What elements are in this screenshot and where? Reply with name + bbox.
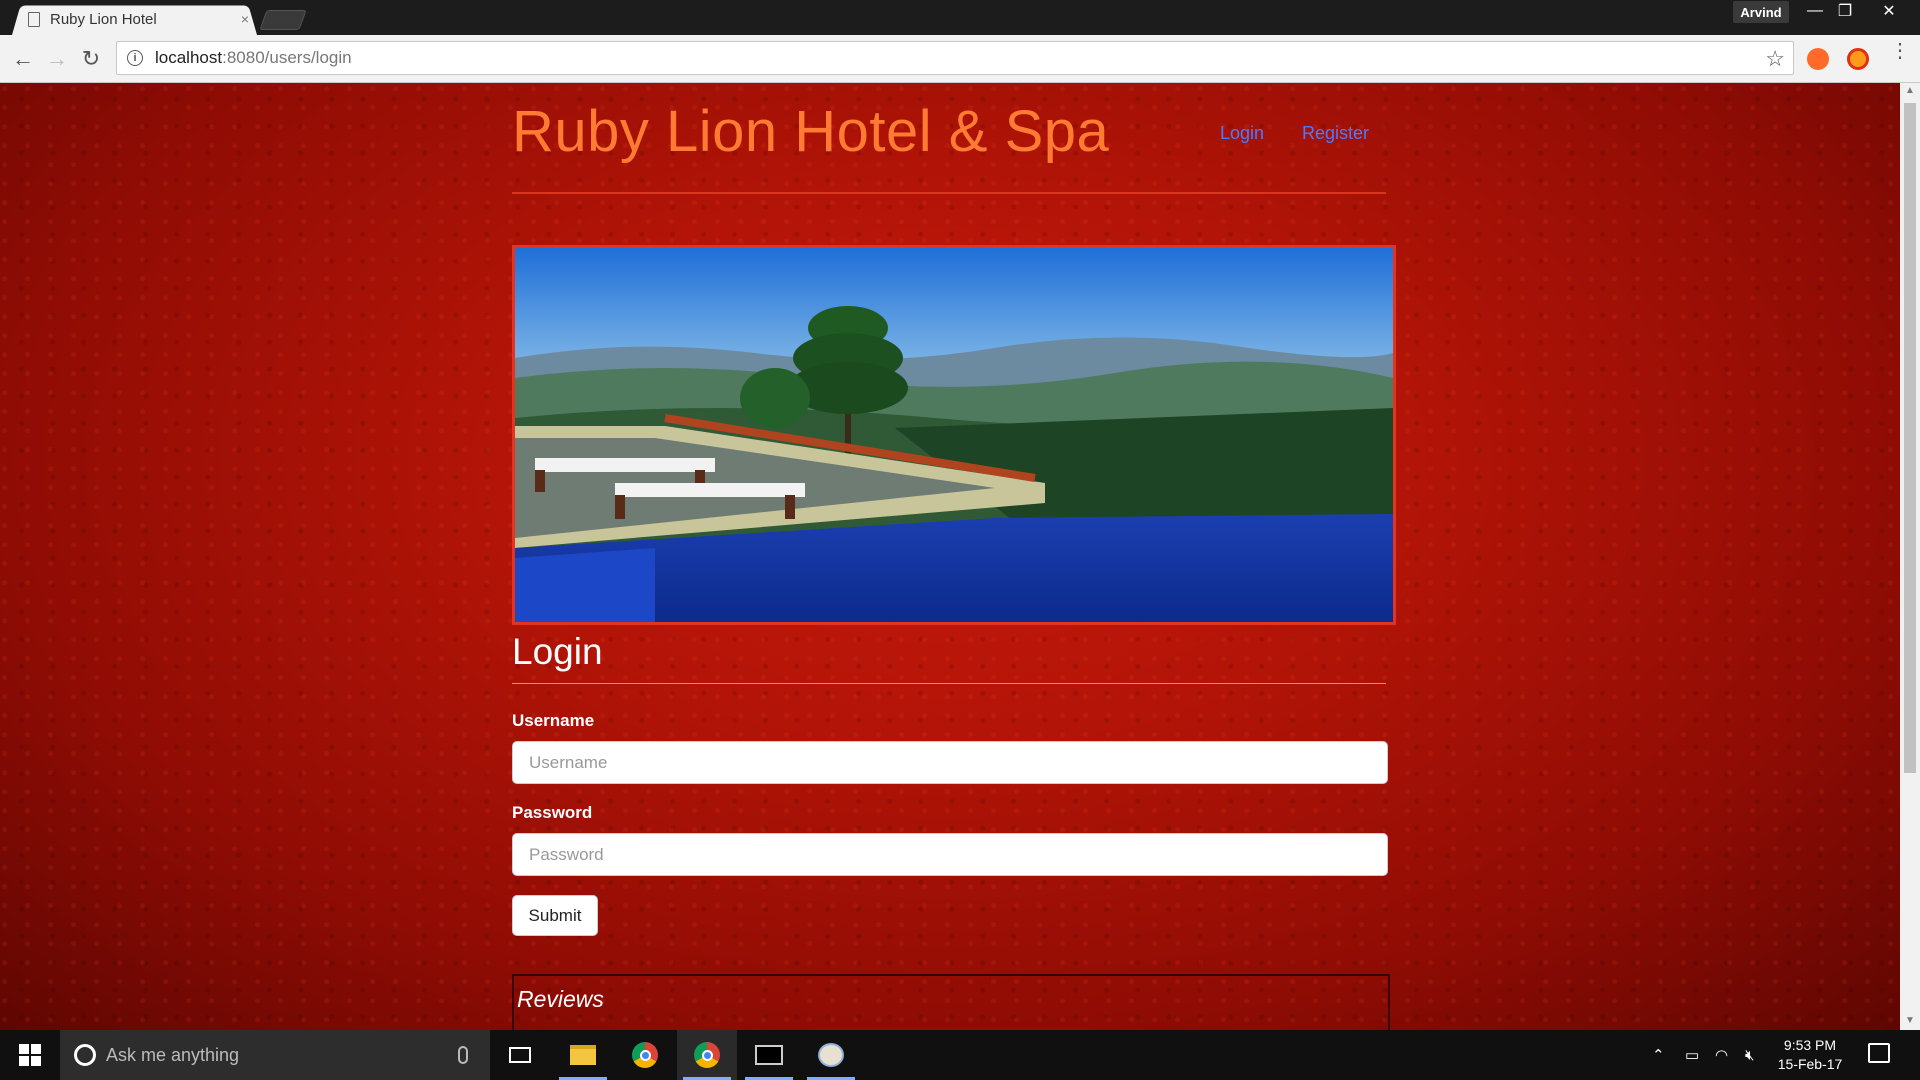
windows-taskbar: Ask me anything ⌃ ▭ ◠ 🔇︎ 9:53 PM 15-Feb-…: [0, 1030, 1920, 1080]
nav-login-link[interactable]: Login: [1220, 123, 1264, 144]
task-view-icon[interactable]: [490, 1030, 550, 1080]
site-brand[interactable]: Ruby Lion Hotel & Spa: [512, 98, 1109, 165]
reviews-heading: Reviews: [517, 986, 604, 1012]
nav-register-link[interactable]: Register: [1302, 123, 1369, 144]
page-scrollbar[interactable]: ▲ ▼: [1900, 83, 1920, 1030]
restore-icon[interactable]: ❐: [1830, 0, 1860, 22]
back-arrow-icon[interactable]: ←: [10, 46, 36, 72]
address-bar[interactable]: i localhost :8080/users/login ☆: [116, 41, 1794, 75]
volume-muted-icon[interactable]: 🔇︎: [1745, 1030, 1754, 1080]
scroll-up-icon[interactable]: ▲: [1905, 85, 1915, 96]
info-icon[interactable]: i: [127, 50, 143, 66]
new-tab-button[interactable]: [259, 10, 307, 30]
start-button[interactable]: [0, 1030, 60, 1080]
clock-date: 15-Feb-17: [1777, 1056, 1843, 1072]
username-label: Username: [512, 711, 595, 730]
login-divider: [512, 683, 1386, 684]
login-heading: Login: [512, 631, 603, 672]
username-input[interactable]: [512, 741, 1388, 784]
url-host: localhost: [155, 48, 223, 67]
chrome-active-icon[interactable]: [677, 1030, 737, 1080]
page-icon: [28, 11, 40, 27]
mic-icon[interactable]: [458, 1046, 468, 1064]
tab-title: Ruby Lion Hotel: [50, 10, 157, 28]
hero-image: [512, 245, 1396, 625]
close-window-icon[interactable]: ✕: [1874, 0, 1904, 22]
scroll-thumb[interactable]: [1904, 103, 1916, 773]
extension-fire-icon[interactable]: [1847, 48, 1869, 70]
submit-button[interactable]: Submit: [512, 895, 598, 936]
notifications-icon[interactable]: [1868, 1043, 1890, 1063]
wifi-icon[interactable]: ◠: [1715, 1030, 1728, 1080]
taskbar-search[interactable]: Ask me anything: [60, 1030, 490, 1080]
taskbar-clock[interactable]: 9:53 PM 15-Feb-17: [1765, 1036, 1855, 1074]
browser-toolbar: ← → ↻ i localhost :8080/users/login ☆ ⋮: [0, 35, 1920, 83]
tab-strip: Ruby Lion Hotel × Arvind — ❐ ✕: [0, 0, 1920, 36]
file-explorer-icon[interactable]: [553, 1030, 613, 1080]
minimize-icon[interactable]: —: [1800, 0, 1830, 22]
paint-icon[interactable]: [801, 1030, 861, 1080]
reload-icon[interactable]: ↻: [78, 46, 104, 72]
close-tab-icon[interactable]: ×: [237, 11, 253, 27]
star-icon[interactable]: ☆: [1765, 46, 1785, 72]
scroll-down-icon[interactable]: ▼: [1905, 1015, 1915, 1026]
profile-button[interactable]: Arvind: [1733, 1, 1789, 23]
chevron-up-icon[interactable]: ⌃: [1652, 1030, 1665, 1080]
chrome-icon[interactable]: [615, 1030, 675, 1080]
header-divider: [512, 192, 1386, 194]
password-label: Password: [512, 803, 593, 822]
terminal-icon[interactable]: [739, 1030, 799, 1080]
password-input[interactable]: [512, 833, 1388, 876]
menu-icon[interactable]: ⋮: [1890, 41, 1910, 61]
cortana-icon: [74, 1044, 96, 1066]
taskbar-search-text: Ask me anything: [106, 1044, 240, 1065]
url-path: :8080/users/login: [222, 48, 352, 67]
extension-icon[interactable]: [1807, 48, 1829, 70]
battery-icon[interactable]: ▭: [1685, 1030, 1699, 1080]
active-tab-content[interactable]: Ruby Lion Hotel ×: [28, 3, 253, 35]
windows-icon: [19, 1044, 41, 1066]
page-viewport: Ruby Lion Hotel & Spa Login Register Log…: [0, 83, 1900, 1030]
reviews-panel: Reviews: [512, 974, 1390, 1030]
forward-arrow-icon[interactable]: →: [44, 46, 70, 72]
clock-time: 9:53 PM: [1783, 1037, 1837, 1053]
